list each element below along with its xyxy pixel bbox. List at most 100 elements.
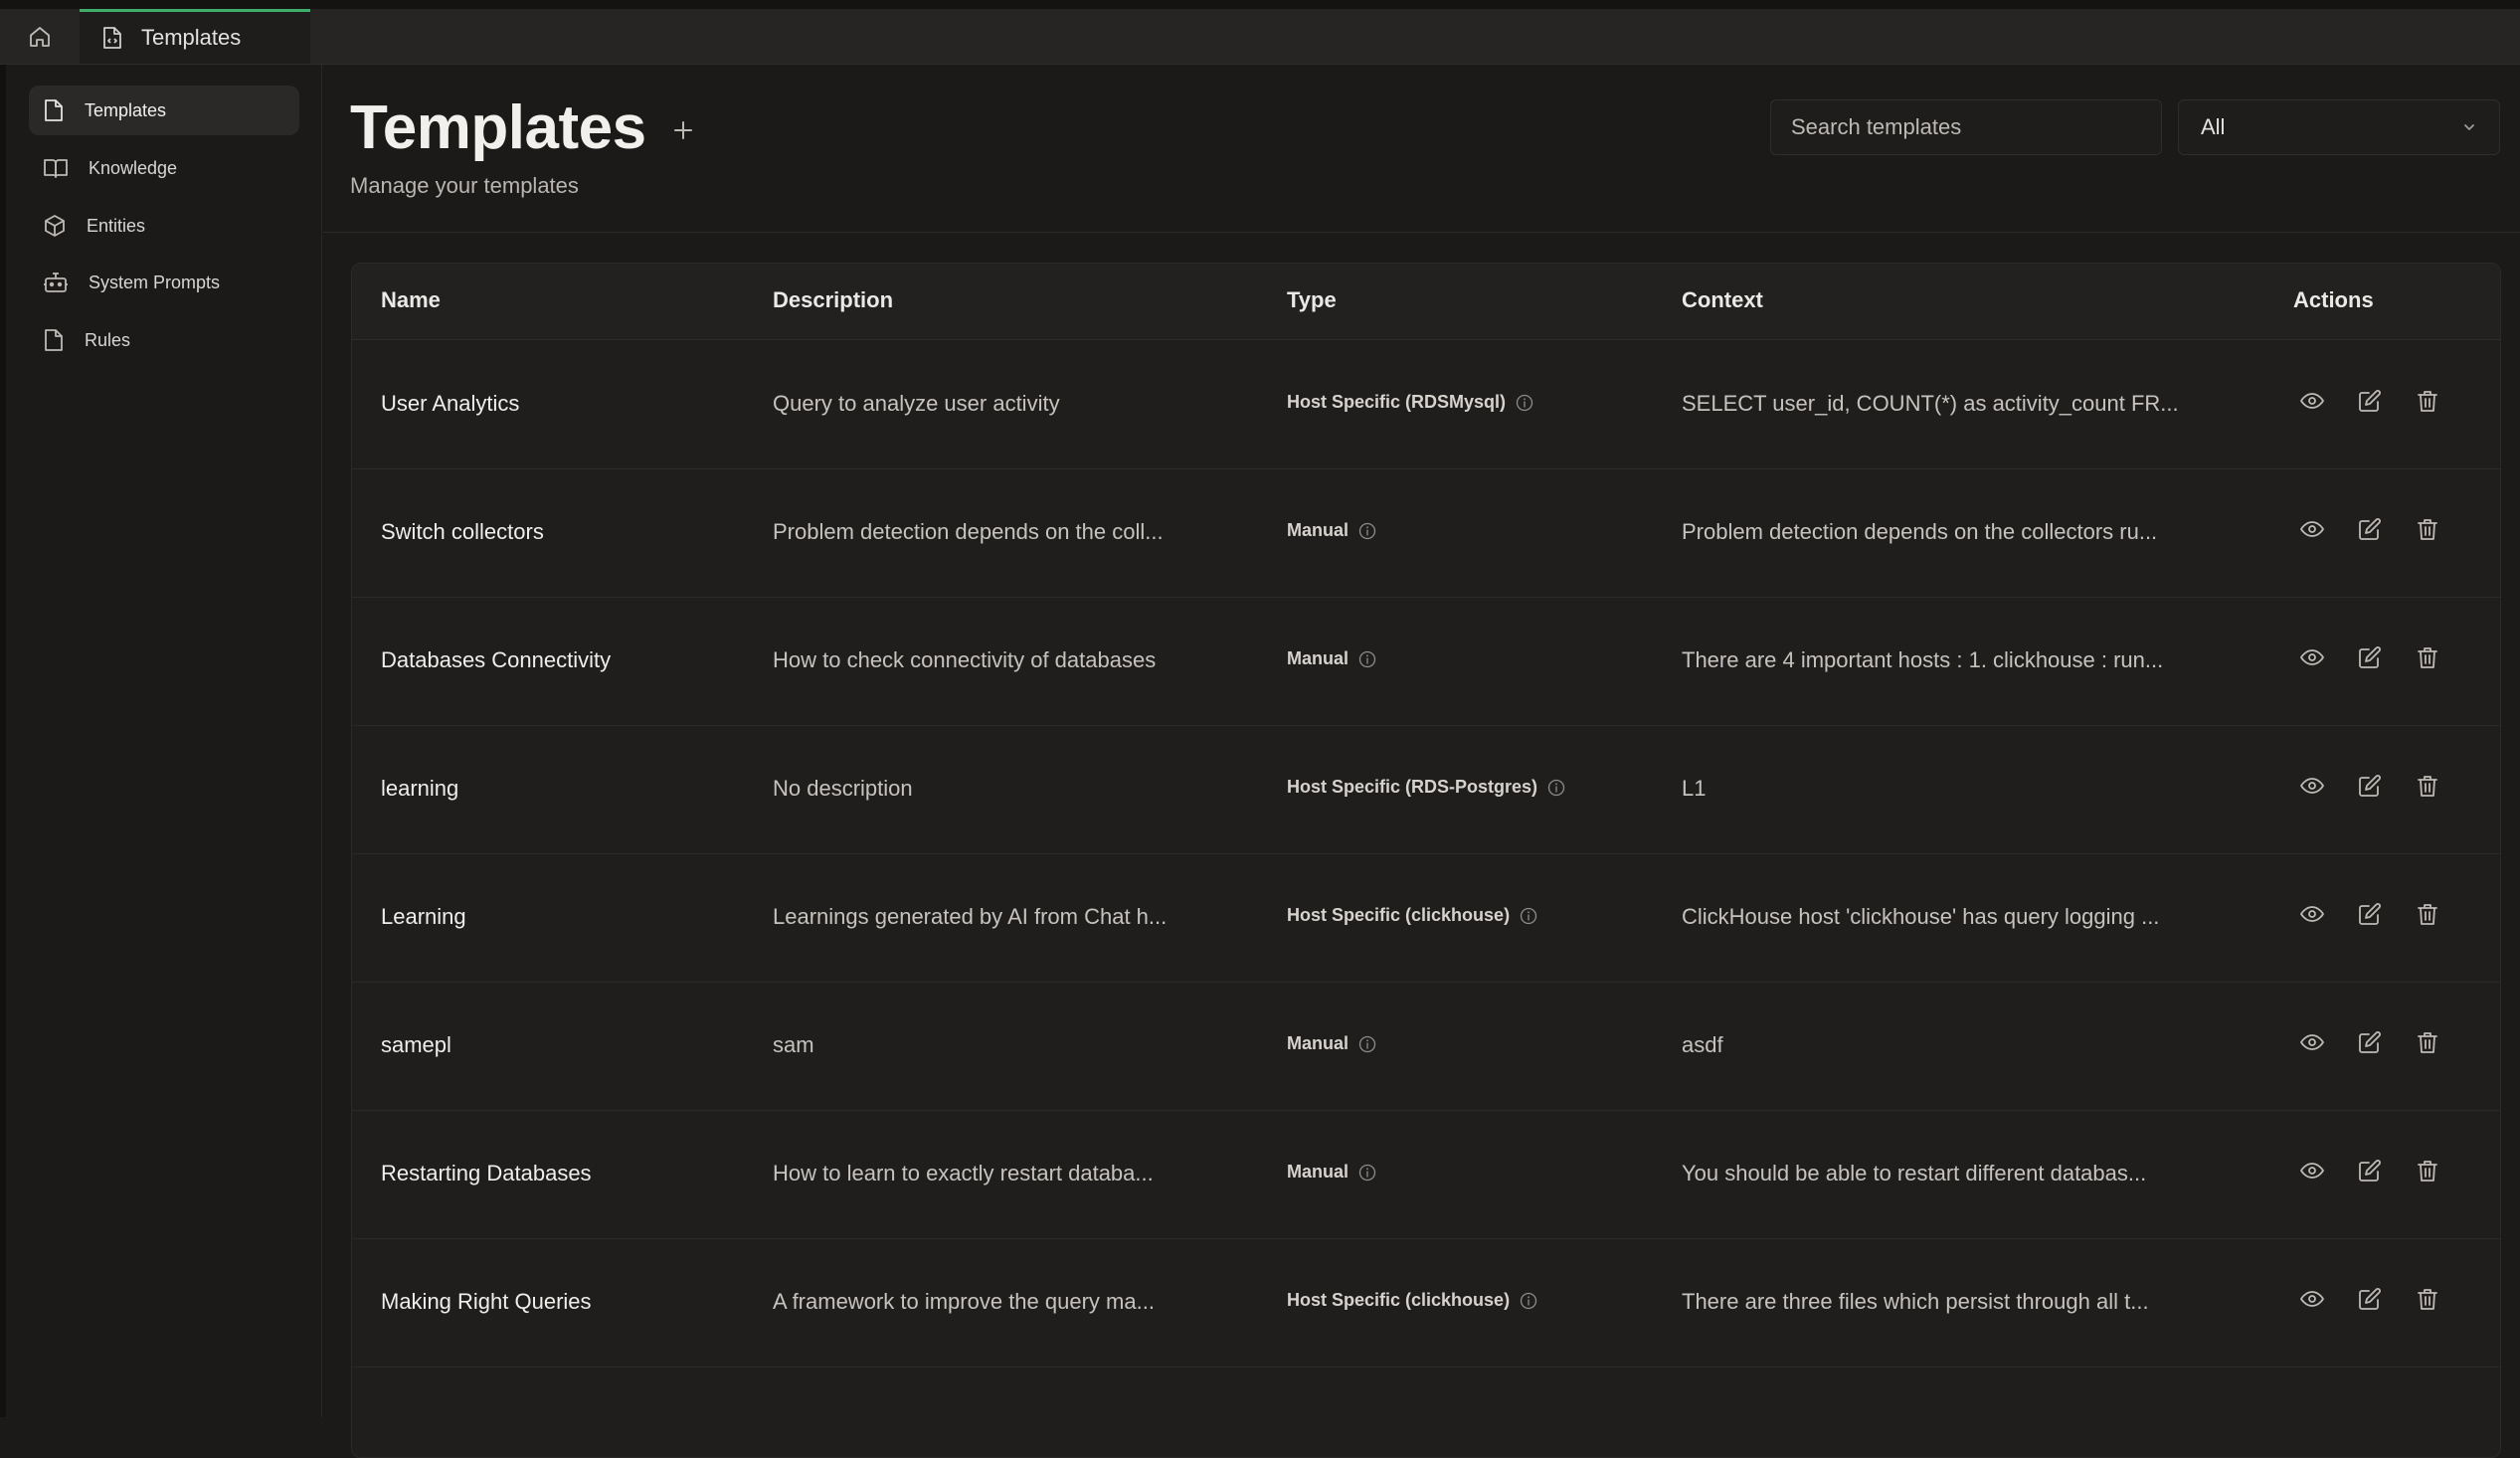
info-icon[interactable]: [1520, 1292, 1537, 1310]
templates-table: Name Description Type Context Actions Us…: [351, 263, 2501, 1458]
edit-button[interactable]: [2359, 1288, 2381, 1310]
row-name: Databases Connectivity: [381, 647, 612, 672]
row-actions: [2300, 775, 2438, 797]
sidebar-item-system-prompts[interactable]: System Prompts: [29, 258, 299, 307]
view-button[interactable]: [2300, 903, 2324, 925]
type-label: Manual: [1287, 648, 1350, 668]
type-filter-select[interactable]: All: [2178, 99, 2500, 155]
trash-icon: [2417, 517, 2438, 541]
row-name: Making Right Queries: [381, 1289, 592, 1314]
edit-button[interactable]: [2359, 518, 2381, 540]
eye-icon: [2300, 1287, 2324, 1311]
row-context: Problem detection depends on the collect…: [1682, 519, 2158, 544]
view-button[interactable]: [2300, 517, 2324, 541]
sidebar-item-label: Knowledge: [89, 157, 178, 178]
chevron-down-icon: [2461, 119, 2477, 135]
delete-button[interactable]: [2417, 1160, 2438, 1182]
row-actions: [2300, 390, 2438, 412]
column-header-context: Context: [1682, 287, 1763, 312]
row-description: Query to analyze user activity: [773, 391, 1060, 416]
trash-icon: [2417, 1030, 2438, 1054]
view-button[interactable]: [2300, 390, 2324, 412]
file-icon: [43, 328, 65, 352]
row-context: ClickHouse host 'clickhouse' has query l…: [1682, 904, 2160, 929]
sidebar-item-entities[interactable]: Entities: [29, 201, 299, 251]
select-value: All: [2201, 114, 2226, 139]
edit-button[interactable]: [2359, 390, 2381, 412]
row-description: Problem detection depends on the coll...: [773, 519, 1164, 544]
eye-icon: [2300, 517, 2324, 541]
trash-icon: [2417, 1287, 2438, 1311]
edit-button[interactable]: [2359, 775, 2381, 797]
sidebar-item-label: System Prompts: [89, 272, 221, 292]
delete-button[interactable]: [2417, 903, 2438, 925]
row-description: How to check connectivity of databases: [773, 647, 1157, 672]
delete-button[interactable]: [2417, 1288, 2438, 1310]
info-icon[interactable]: [1520, 907, 1537, 925]
info-icon[interactable]: [1358, 522, 1376, 540]
delete-button[interactable]: [2417, 1031, 2438, 1053]
page-subtitle: Manage your templates: [350, 173, 579, 198]
sidebar-item-rules[interactable]: Rules: [29, 315, 299, 365]
row-context: There are three files which persist thro…: [1682, 1289, 2149, 1314]
info-icon[interactable]: [1516, 394, 1533, 412]
row-name: User Analytics: [381, 391, 520, 416]
table-row-switch-collectors[interactable]: Switch collectors Problem detection depen…: [352, 468, 2500, 598]
edit-button[interactable]: [2359, 646, 2381, 668]
edit-button[interactable]: [2359, 1031, 2381, 1053]
row-actions: [2300, 903, 2438, 925]
sidebar-item-label: Rules: [85, 329, 131, 350]
window-top-strip: [0, 0, 2520, 9]
edit-button[interactable]: [2359, 1160, 2381, 1182]
type-label: Host Specific (RDS-Postgres): [1287, 777, 1538, 797]
info-icon[interactable]: [1358, 1164, 1376, 1182]
eye-icon: [2300, 1159, 2324, 1183]
tab-templates[interactable]: Templates: [80, 9, 310, 64]
row-description: sam: [773, 1032, 814, 1057]
column-header-type: Type: [1287, 287, 1337, 312]
delete-button[interactable]: [2417, 646, 2438, 668]
table-row-samepl[interactable]: samepl sam Manual asdf: [352, 982, 2500, 1111]
add-template-button[interactable]: [665, 112, 701, 148]
table-row-learning[interactable]: Learning Learnings generated by AI from C…: [352, 853, 2500, 983]
sidebar-item-templates[interactable]: Templates: [29, 86, 299, 135]
view-button[interactable]: [2300, 1159, 2324, 1183]
edit-icon: [2358, 902, 2382, 926]
view-button[interactable]: [2300, 1031, 2324, 1053]
column-header-actions: Actions: [2293, 287, 2374, 312]
row-actions: [2300, 1287, 2438, 1311]
table-row-restarting-databases[interactable]: Restarting Databases How to learn to exac…: [352, 1110, 2500, 1239]
edit-icon: [2358, 1287, 2382, 1311]
type-label: Host Specific (clickhouse): [1287, 1290, 1511, 1310]
delete-button[interactable]: [2417, 518, 2438, 540]
table-row-making-right-queries[interactable]: Making Right Queries A framework to impro…: [352, 1238, 2500, 1367]
view-button[interactable]: [2300, 646, 2324, 668]
main-content: Templates Manage your templates All Name…: [323, 65, 2520, 1458]
home-tab[interactable]: [0, 9, 81, 64]
type-label: Manual: [1287, 1033, 1350, 1053]
row-context: asdf: [1682, 1032, 1723, 1057]
info-icon[interactable]: [1358, 1035, 1376, 1053]
sidebar-item-knowledge[interactable]: Knowledge: [29, 143, 299, 193]
edit-icon: [2358, 1159, 2382, 1183]
tab-bar: Templates: [0, 9, 2520, 65]
type-label: Manual: [1287, 520, 1350, 540]
row-type: Host Specific (clickhouse): [1287, 905, 1537, 926]
view-button[interactable]: [2300, 1287, 2324, 1311]
search-input[interactable]: [1770, 99, 2162, 155]
view-button[interactable]: [2300, 775, 2324, 797]
file-icon: [43, 98, 65, 122]
plus-icon: [671, 118, 695, 142]
type-label: Host Specific (clickhouse): [1287, 905, 1511, 925]
bot-icon: [43, 271, 69, 294]
delete-button[interactable]: [2417, 390, 2438, 412]
info-icon[interactable]: [1547, 779, 1565, 797]
table-row-learning[interactable]: learning No description Host Specific (RDS…: [352, 725, 2500, 854]
table-row-databases-connectivity[interactable]: Databases Connectivity How to check conne…: [352, 597, 2500, 726]
sidebar: Templates Knowledge Entities System Prom…: [0, 65, 322, 1417]
row-description: How to learn to exactly restart databa..…: [773, 1161, 1154, 1185]
delete-button[interactable]: [2417, 775, 2438, 797]
info-icon[interactable]: [1358, 650, 1376, 668]
edit-button[interactable]: [2359, 903, 2381, 925]
table-row-user-analytics[interactable]: User Analytics Query to analyze user acti…: [352, 340, 2500, 469]
